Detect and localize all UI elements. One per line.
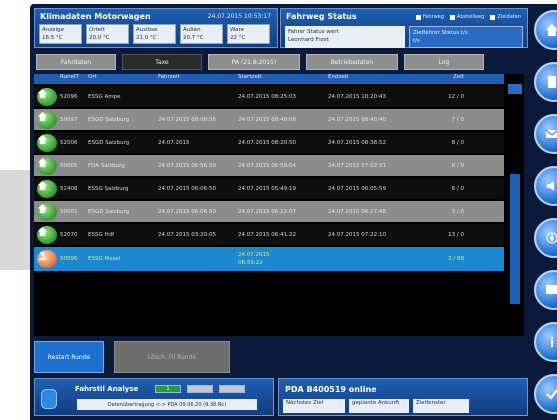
tab-fahrdaten[interactable]: Fahrdaten: [36, 54, 116, 70]
target-driver-box: Zielfahrer Status t/s t/s: [409, 26, 523, 48]
tab-taxe[interactable]: Taxe: [122, 54, 202, 70]
house-icon: [37, 202, 57, 221]
person-icon: [37, 250, 57, 268]
house-icon: [37, 179, 57, 198]
pda-title: PDA B400519 online: [285, 385, 377, 394]
table-row[interactable]: 52070 ESSG Hdf 24.07.2015 03:20:05 24.07.20…: [34, 224, 504, 245]
bottle-icon: [41, 389, 57, 409]
table-header: RunelT Ort Fahrzeit Startzeit Endzeit Ze…: [34, 74, 504, 84]
house-icon: [37, 110, 57, 129]
screen-icon[interactable]: [534, 270, 557, 310]
temperature-list: Anzeige 18.5 °C Ortelt 20.0 °C Auslöse 21.0…: [39, 24, 270, 44]
table-row[interactable]: 50005 FDA Salzburg 24.07.2015 06:56:50 24.0…: [34, 155, 504, 176]
table-row[interactable]: 52006 ESGD Salzburg 24.07.2015 24.07.2015 0…: [34, 132, 504, 153]
temp-box: Ortelt 20.0 °C: [86, 24, 129, 44]
transfer-info: Datenübertragung <-> PDA 09.06.20 (9.38.…: [77, 399, 257, 410]
col-header: Startzeit: [238, 74, 262, 80]
home-icon[interactable]: [534, 10, 557, 50]
legend-item: Abstellweg: [449, 14, 484, 20]
col-header: Zeit: [453, 74, 464, 80]
analysis-meter: [219, 385, 245, 393]
climate-title: Klimadaten Motorwagen: [40, 12, 151, 21]
climate-datetime: 24.07.2015 10:53:17: [207, 13, 271, 20]
scroll-up-button[interactable]: [508, 84, 522, 94]
climate-header: Klimadaten Motorwagen 24.07.2015 10:53:1…: [34, 8, 278, 48]
table-row-selected[interactable]: 50096 ESSG Mosel 24.07.2015 08:59:22 3 / 8…: [34, 247, 504, 271]
temp-box: Außen 20.7 °C: [180, 24, 223, 44]
info-icon[interactable]: [534, 322, 557, 362]
sound-icon[interactable]: [534, 166, 557, 206]
route-status-header: Fahrweg Status Fahrweg Abstellweg Zielda…: [280, 8, 528, 48]
driver-box: Fahrer Status wert Leonhard Frost: [285, 26, 405, 48]
target-window-box: Zielfenster: [413, 399, 469, 413]
table-row[interactable]: 52408 ESSG Salzburg 24.07.2015 06:06:50 24.…: [34, 178, 504, 199]
temp-box: Auslöse 21.0 °C: [133, 24, 176, 44]
house-icon: [37, 225, 57, 244]
legend-item: Fahrweg: [415, 14, 444, 20]
house-icon: [37, 87, 57, 106]
temp-box: Ware 22 °C: [227, 24, 270, 44]
table-row[interactable]: 50001 ESGD Salzburg 24.07.2015 06:06:50 24.…: [34, 201, 504, 222]
analysis-meter: [187, 385, 213, 393]
route-legend: Fahrweg Abstellweg Zieldaten: [415, 14, 521, 20]
runs-table: RunelT Ort Fahrzeit Startzeit Endzeit Ze…: [34, 74, 524, 336]
col-header: Endzeit: [328, 74, 349, 80]
check-icon[interactable]: [534, 374, 557, 414]
tab-betriebsdaten[interactable]: Betriebsdaten: [306, 54, 398, 70]
driving-analysis-title: Fahrstil Analyse: [75, 385, 139, 393]
route-status-title: Fahrweg Status: [286, 12, 357, 21]
device-screen: Klimadaten Motorwagen 24.07.2015 10:53:1…: [30, 4, 557, 420]
house-icon: [37, 156, 57, 175]
scroll-thumb[interactable]: [510, 174, 520, 304]
delete-round-button[interactable]: Lösch. Fil Runde: [114, 341, 230, 373]
tab-bar: Fahrdaten Taxe PA (21.8.2015) Betriebsda…: [34, 54, 528, 70]
planned-arrival-box: geplante Ankunft: [349, 399, 409, 413]
col-header: Ort: [88, 74, 97, 80]
legend-item: Zieldaten: [490, 14, 521, 20]
col-header: RunelT: [60, 74, 79, 80]
table-row[interactable]: 52096 ESSG Ampe 24.07.2015 08:25:03 24.07.2…: [34, 86, 504, 107]
temp-box: Anzeige 18.5 °C: [39, 24, 82, 44]
analysis-meter: 1: [155, 385, 181, 393]
tab-pa[interactable]: PA (21.8.2015): [208, 54, 300, 70]
tab-log[interactable]: Log: [404, 54, 484, 70]
table-scrollbar[interactable]: [504, 74, 524, 336]
pda-panel: PDA B400519 online Nächstes Ziel geplant…: [278, 378, 528, 416]
col-header: Fahrzeit: [158, 74, 180, 80]
next-target-box: Nächstes Ziel: [283, 399, 345, 413]
table-row[interactable]: 50097 ESGD Salzburg 24.07.2015 08:08:36 24.…: [34, 109, 504, 130]
compass-icon[interactable]: [534, 218, 557, 258]
driving-analysis-panel: Fahrstil Analyse 1 Datenübertragung <-> …: [34, 378, 274, 416]
document-icon[interactable]: [534, 62, 557, 102]
side-menu: [528, 4, 557, 420]
house-icon: [37, 133, 57, 152]
mail-icon[interactable]: [534, 114, 557, 154]
left-gray-panel: [0, 170, 30, 270]
restart-round-button[interactable]: Restart Runde: [34, 341, 104, 373]
